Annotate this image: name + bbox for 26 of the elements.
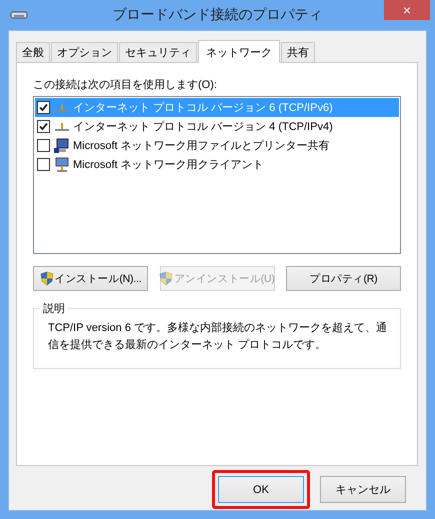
tab[interactable]: ネットワーク — [198, 40, 280, 63]
computer-icon — [54, 138, 70, 154]
checkbox[interactable] — [37, 158, 50, 171]
dialog-button[interactable]: キャンセル — [320, 476, 406, 503]
checkbox[interactable] — [37, 120, 50, 133]
list-item[interactable]: インターネット プロトコル バージョン 4 (TCP/IPv4) — [35, 117, 399, 136]
action-button[interactable]: インストール(N)... — [33, 266, 148, 291]
items-label: この接続は次の項目を使用します(O): — [33, 78, 218, 92]
tab[interactable]: 全般 — [16, 42, 50, 62]
list-item[interactable]: Microsoft ネットワーク用ファイルとプリンター共有 — [35, 136, 399, 155]
list-item[interactable]: Microsoft ネットワーク用クライアント — [35, 155, 399, 174]
computer-icon — [54, 156, 70, 172]
tab[interactable]: 共有 — [281, 42, 315, 62]
network-icon — [54, 122, 70, 132]
network-adapter-icon — [10, 10, 28, 20]
dialog-button[interactable]: OK — [218, 476, 304, 503]
window-title: ブロードバンド接続のプロパティ — [112, 6, 322, 24]
action-button[interactable]: プロパティ(R) — [286, 266, 401, 291]
network-icon — [54, 102, 70, 112]
group-title: 説明 — [42, 302, 66, 316]
tab[interactable]: オプション — [51, 42, 118, 62]
checkbox[interactable] — [37, 139, 50, 152]
description-text: TCP/IP version 6 です。多様な内部接続のネットワークを超えて、通信を提供できる最新のインターネット プロトコルです。 — [48, 320, 388, 353]
close-button[interactable]: × — [384, 0, 430, 20]
tab[interactable]: セキュリティ — [119, 42, 197, 62]
checkbox[interactable] — [37, 101, 50, 114]
